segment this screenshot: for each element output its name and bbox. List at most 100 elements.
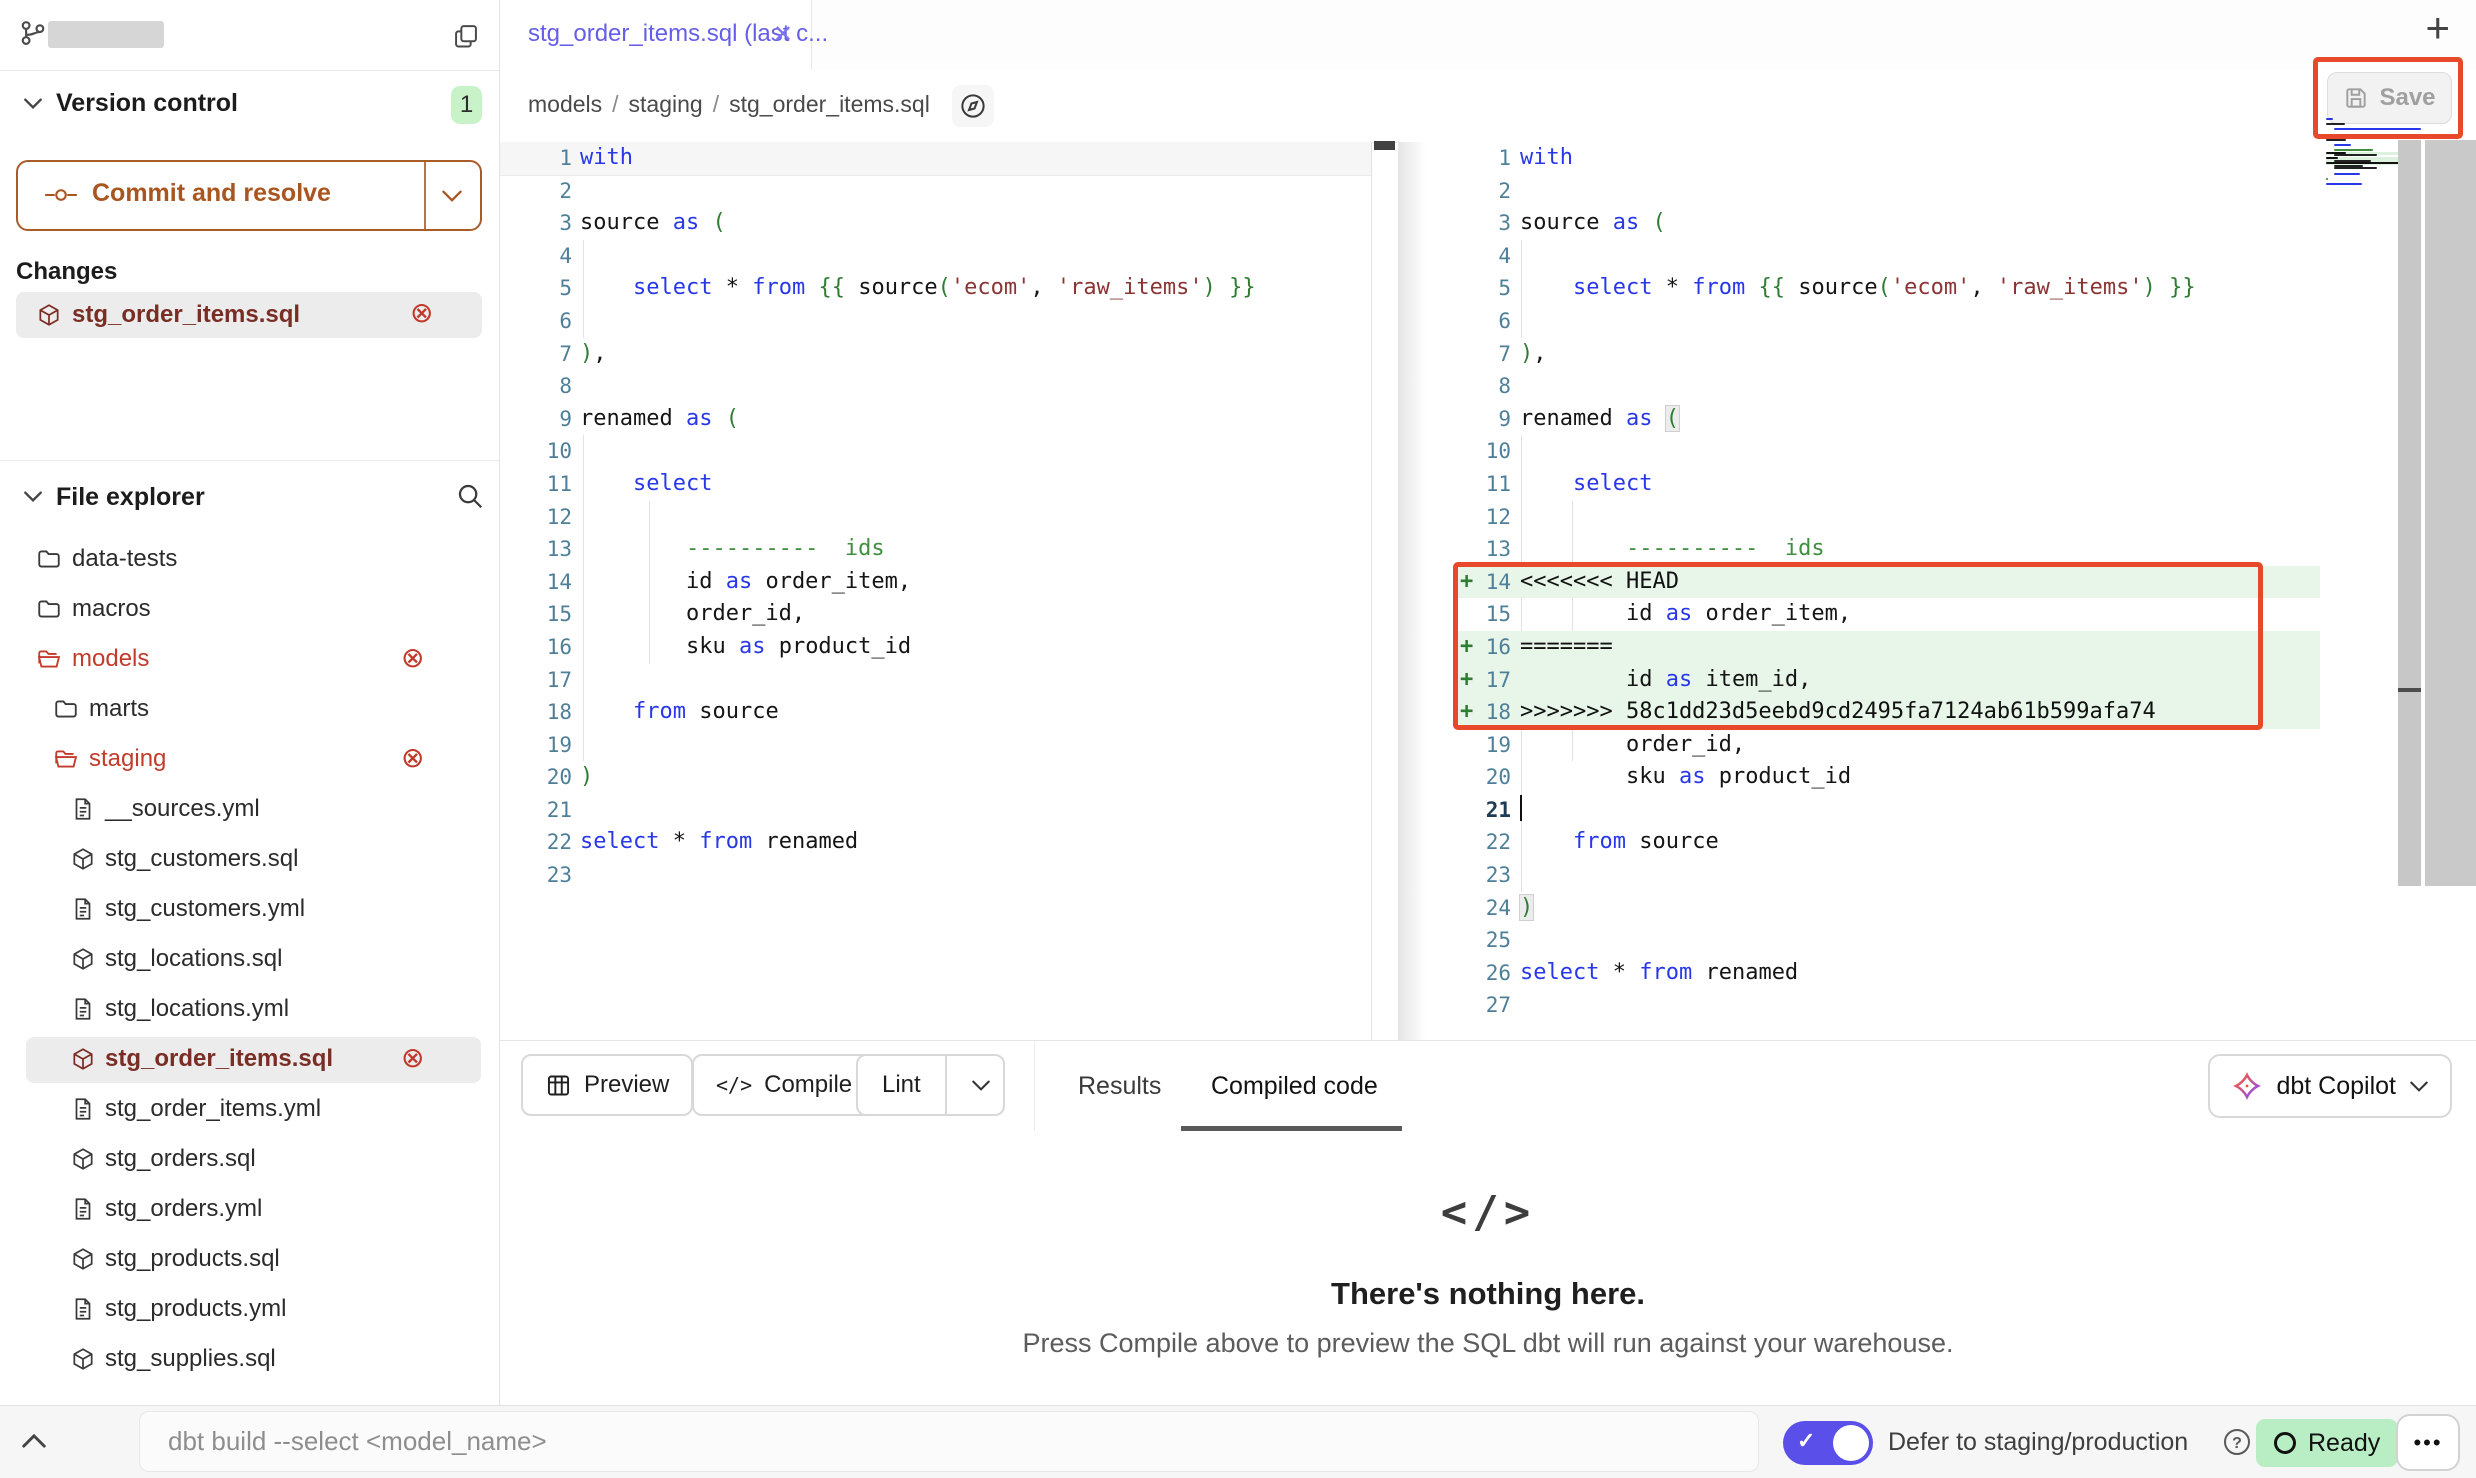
code-line[interactable]: +16======= <box>1398 631 2476 664</box>
code-line[interactable]: 2 <box>1398 175 2476 208</box>
new-tab-button[interactable]: + <box>2425 4 2450 52</box>
code-line[interactable]: 22select * from renamed <box>500 826 1371 859</box>
changed-file-row[interactable]: stg_order_items.sql⊗ <box>16 292 482 338</box>
copy-icon[interactable] <box>452 22 480 50</box>
file-row[interactable]: macros <box>0 585 499 635</box>
file-row[interactable]: stg_orders.sql <box>0 1135 499 1185</box>
code-line[interactable]: 13 ---------- ids <box>1398 533 2476 566</box>
code-line[interactable]: 20) <box>500 761 1371 794</box>
help-icon[interactable]: ? <box>2224 1429 2250 1455</box>
code-line[interactable]: 22 from source <box>1398 826 2476 859</box>
code-line[interactable]: 10 <box>1398 435 2476 468</box>
code-line[interactable]: 15 id as order_item, <box>1398 598 2476 631</box>
dbt-copilot-button[interactable]: dbt Copilot <box>2208 1054 2452 1118</box>
file-row[interactable]: stg_products.yml <box>0 1285 499 1335</box>
code-line[interactable]: 1with <box>500 142 1371 175</box>
code-line[interactable]: 21 <box>1398 794 2476 827</box>
code-line[interactable]: 3source as ( <box>1398 207 2476 240</box>
file-row[interactable]: staging⊗ <box>0 735 499 785</box>
code-line[interactable]: 21 <box>500 794 1371 827</box>
discard-changes-icon[interactable]: ⊗ <box>401 641 424 675</box>
breadcrumb-file[interactable]: stg_order_items.sql <box>729 91 930 117</box>
chevron-down-icon[interactable] <box>959 1056 1003 1114</box>
code-line[interactable]: 5 select * from {{ source('ecom', 'raw_i… <box>500 272 1371 305</box>
tab-results[interactable]: Results <box>1078 1041 1161 1131</box>
code-line[interactable]: 27 <box>1398 989 2476 1022</box>
file-row[interactable]: stg_locations.yml <box>0 985 499 1035</box>
file-row[interactable]: stg_customers.sql <box>0 835 499 885</box>
code-line[interactable]: 4 <box>1398 240 2476 273</box>
code-line[interactable]: 16 sku as product_id <box>500 631 1371 664</box>
file-row[interactable]: stg_orders.yml <box>0 1185 499 1235</box>
discard-changes-icon[interactable]: ⊗ <box>401 741 424 775</box>
code-line[interactable]: 9renamed as ( <box>1398 403 2476 436</box>
diff-right-pane[interactable]: 1with23source as (45 select * from {{ so… <box>1398 142 2476 1040</box>
code-line[interactable]: 3source as ( <box>500 207 1371 240</box>
code-line[interactable]: 18 from source <box>500 696 1371 729</box>
tab-stg-order-items[interactable]: stg_order_items.sql (last c... ✕ <box>500 0 812 71</box>
commit-and-resolve-button[interactable]: Commit and resolve <box>16 160 482 231</box>
file-row[interactable]: marts <box>0 685 499 735</box>
more-options-button[interactable]: ••• <box>2396 1414 2460 1471</box>
search-icon[interactable] <box>455 481 485 511</box>
code-line[interactable]: 2 <box>500 175 1371 208</box>
code-line[interactable]: 20 sku as product_id <box>1398 761 2476 794</box>
chevron-up-icon[interactable] <box>22 1434 46 1448</box>
discard-changes-icon[interactable]: ⊗ <box>410 296 433 330</box>
discard-changes-icon[interactable]: ⊗ <box>401 1041 424 1075</box>
code-line[interactable]: 1with <box>1398 142 2476 175</box>
preview-button[interactable]: Preview <box>521 1054 693 1116</box>
code-line[interactable]: 23 <box>500 859 1371 892</box>
code-line[interactable]: 6 <box>1398 305 2476 338</box>
code-line[interactable]: +14<<<<<<< HEAD <box>1398 566 2476 599</box>
code-line[interactable]: 23 <box>1398 859 2476 892</box>
code-line[interactable]: 11 select <box>1398 468 2476 501</box>
file-row[interactable]: stg_order_items.yml <box>0 1085 499 1135</box>
code-line[interactable]: 14 id as order_item, <box>500 566 1371 599</box>
code-line[interactable]: 17 <box>500 664 1371 697</box>
code-line[interactable]: 7), <box>500 338 1371 371</box>
code-line[interactable]: 24) <box>1398 892 2476 925</box>
file-row[interactable]: stg_supplies.sql <box>0 1335 499 1385</box>
compass-icon[interactable] <box>952 85 994 127</box>
file-row[interactable]: stg_products.sql <box>0 1235 499 1285</box>
code-line[interactable]: 13 ---------- ids <box>500 533 1371 566</box>
chevron-down-icon[interactable] <box>442 190 462 202</box>
minimap-slider[interactable] <box>2398 140 2421 886</box>
code-line[interactable]: 19 order_id, <box>1398 729 2476 762</box>
code-line[interactable]: 26select * from renamed <box>1398 957 2476 990</box>
code-line[interactable]: 15 order_id, <box>500 598 1371 631</box>
code-line[interactable]: 19 <box>500 729 1371 762</box>
code-line[interactable]: 8 <box>500 370 1371 403</box>
file-row[interactable]: __sources.yml <box>0 785 499 835</box>
code-line[interactable]: 6 <box>500 305 1371 338</box>
save-button[interactable]: Save <box>2327 72 2452 124</box>
file-row[interactable]: data-tests <box>0 535 499 585</box>
lint-label[interactable]: Lint <box>858 1056 947 1114</box>
breadcrumb-models[interactable]: models <box>528 91 602 117</box>
file-row[interactable]: stg_customers.yml <box>0 885 499 935</box>
file-row[interactable]: stg_locations.sql <box>0 935 499 985</box>
diff-left-pane[interactable]: 1with23source as (45 select * from {{ so… <box>500 142 1372 1040</box>
compile-button[interactable]: </> Compile <box>692 1054 876 1116</box>
code-line[interactable]: 11 select <box>500 468 1371 501</box>
command-input[interactable] <box>139 1411 1759 1472</box>
code-line[interactable]: 12 <box>1398 501 2476 534</box>
tab-compiled-code[interactable]: Compiled code <box>1211 1041 1378 1131</box>
file-row[interactable]: models⊗ <box>0 635 499 685</box>
left-pane-scrollbar-thumb[interactable] <box>1374 141 1395 150</box>
chevron-down-icon[interactable] <box>24 491 42 502</box>
code-line[interactable]: 10 <box>500 435 1371 468</box>
code-line[interactable]: +18>>>>>>> 58c1dd23d5eebd9cd2495fa7124ab… <box>1398 696 2476 729</box>
code-line[interactable]: 25 <box>1398 924 2476 957</box>
code-line[interactable]: 7), <box>1398 338 2476 371</box>
code-line[interactable]: 9renamed as ( <box>500 403 1371 436</box>
code-line[interactable]: +17 id as item_id, <box>1398 664 2476 697</box>
code-line[interactable]: 12 <box>500 501 1371 534</box>
defer-toggle[interactable]: ✓ <box>1783 1421 1873 1465</box>
file-row[interactable]: stg_order_items.sql⊗ <box>0 1035 499 1085</box>
version-control-section-header[interactable]: Version control 1 <box>0 86 499 130</box>
breadcrumb-staging[interactable]: staging <box>629 91 703 117</box>
code-line[interactable]: 4 <box>500 240 1371 273</box>
code-line[interactable]: 8 <box>1398 370 2476 403</box>
